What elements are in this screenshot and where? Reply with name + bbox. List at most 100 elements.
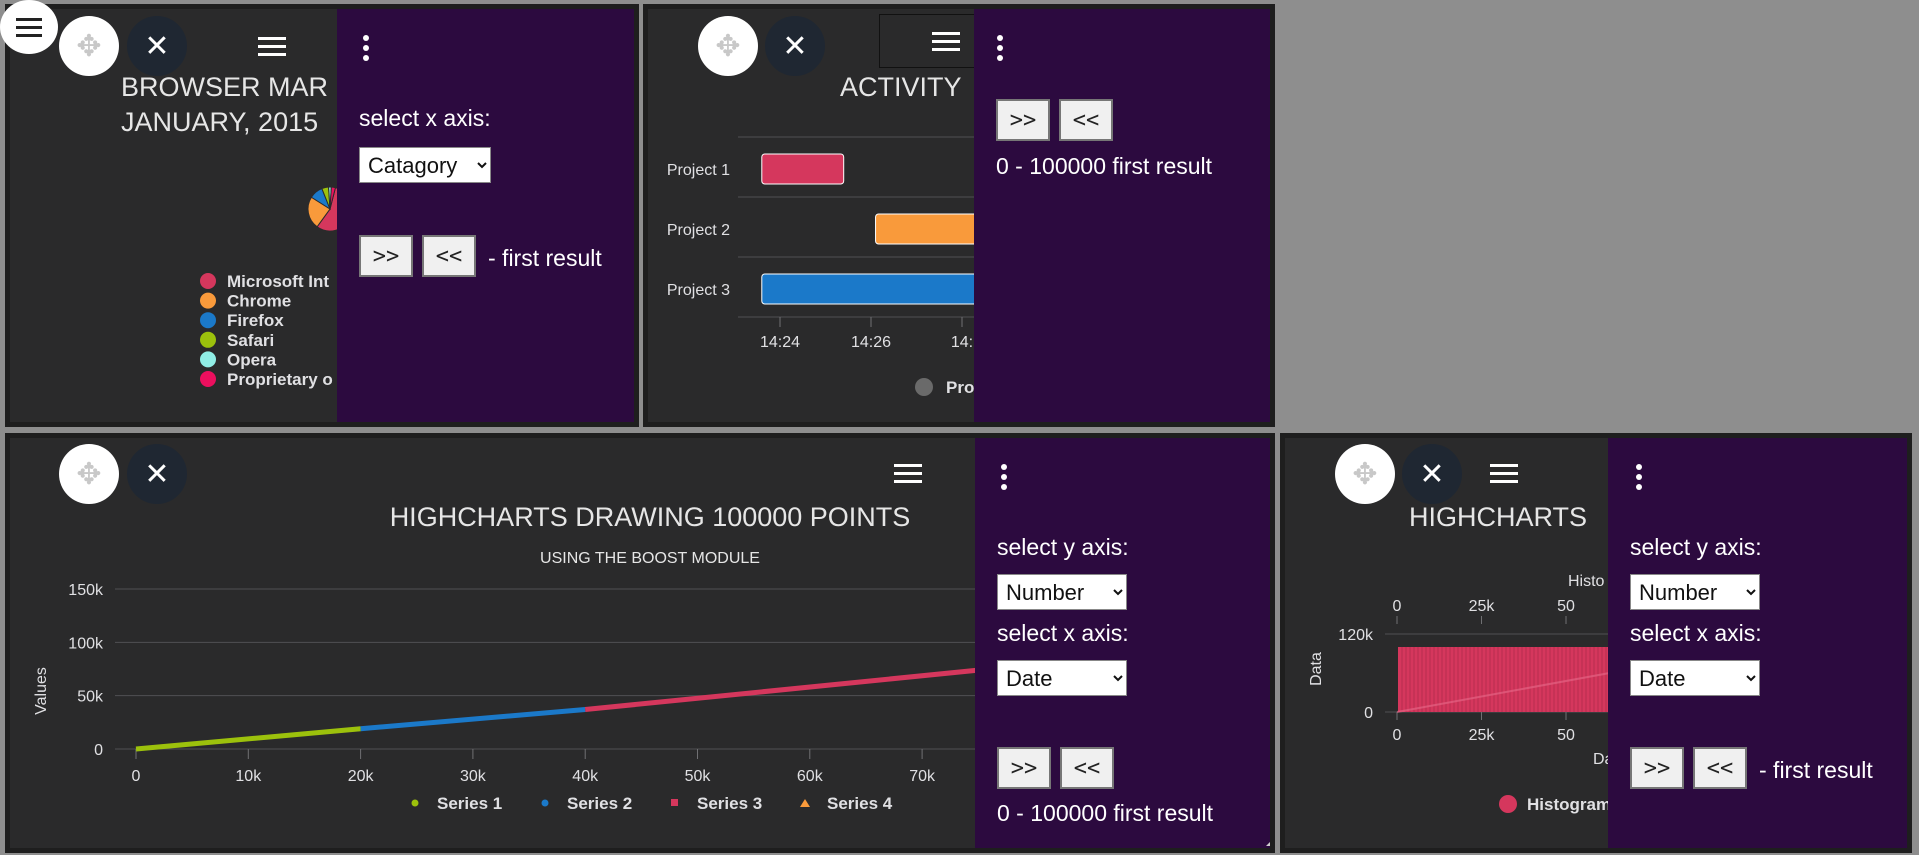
boost-side-panel: select y axis: Number select x axis: Dat… bbox=[975, 438, 1270, 848]
y-tick-label: 120k bbox=[1338, 627, 1374, 644]
gantt-bar bbox=[761, 273, 981, 305]
select-x-label: select x axis: bbox=[997, 620, 1129, 646]
y-tick-label: 100k bbox=[68, 635, 104, 652]
chart-menu-icon[interactable] bbox=[252, 31, 292, 61]
y-tick-label: 0 bbox=[1364, 705, 1373, 722]
legend-marker bbox=[200, 351, 216, 368]
legend-label: Opera bbox=[227, 350, 277, 369]
category-label: Project 1 bbox=[667, 162, 730, 179]
chart-title: HIGHCHARTS DRAWING 100000 POINTS bbox=[390, 502, 911, 532]
browser-share-panel: ✥ ✕ BROWSER MAR JANUARY, 2015 Microsoft … bbox=[5, 4, 639, 427]
prev-button[interactable]: << bbox=[1059, 99, 1113, 141]
top-tick-label: 50 bbox=[1557, 598, 1575, 615]
select-y-label: select y axis: bbox=[997, 534, 1129, 560]
global-menu-button[interactable] bbox=[0, 0, 58, 54]
chart-menu-icon[interactable] bbox=[888, 458, 928, 488]
legend-label: Series 1 bbox=[437, 794, 502, 813]
x-tick-label: 60k bbox=[797, 768, 824, 785]
legend-marker bbox=[200, 371, 216, 387]
category-label: Project 2 bbox=[667, 222, 730, 239]
select-x-axis[interactable]: Date bbox=[997, 660, 1127, 696]
x-tick-label: 14: bbox=[951, 334, 973, 351]
select-x-axis[interactable]: Catagory bbox=[359, 147, 491, 183]
next-button[interactable]: >> bbox=[997, 747, 1051, 789]
close-icon[interactable]: ✕ bbox=[765, 16, 825, 76]
close-icon[interactable]: ✕ bbox=[127, 444, 187, 504]
x-tick-label: 0 bbox=[1393, 727, 1402, 744]
chart-title-line1: BROWSER MAR bbox=[121, 72, 328, 102]
legend-label: Safari bbox=[227, 331, 274, 350]
result-text: - first result bbox=[1759, 757, 1873, 783]
chart-title: ACTIVITY bbox=[840, 72, 962, 102]
y-axis-title: Data bbox=[1308, 652, 1325, 686]
select-x-axis[interactable]: Date bbox=[1630, 660, 1760, 696]
x-tick-label: 40k bbox=[572, 768, 599, 785]
x-tick-label: 70k bbox=[909, 768, 936, 785]
kebab-menu-icon[interactable] bbox=[1634, 464, 1644, 490]
prev-button[interactable]: << bbox=[1693, 747, 1747, 789]
x-tick-label: 14:26 bbox=[851, 334, 891, 351]
next-button[interactable]: >> bbox=[359, 235, 413, 277]
histogram-side-panel: select y axis: Number select x axis: Dat… bbox=[1608, 438, 1907, 848]
series-line bbox=[584, 666, 990, 713]
legend-label: Series 2 bbox=[567, 794, 632, 813]
result-text: 0 - 100000 first result bbox=[996, 153, 1213, 179]
prev-button[interactable]: << bbox=[422, 235, 476, 277]
chart-title-line2: JANUARY, 2015 bbox=[121, 107, 318, 137]
result-text: 0 - 100000 first result bbox=[997, 800, 1214, 826]
gantt-bar bbox=[761, 153, 845, 185]
kebab-menu-icon[interactable] bbox=[999, 464, 1009, 490]
legend-marker bbox=[800, 799, 810, 807]
gantt-bar bbox=[875, 213, 981, 245]
kebab-menu-icon[interactable] bbox=[361, 35, 371, 61]
legend-marker[interactable] bbox=[1499, 795, 1517, 813]
x-tick-label: 0 bbox=[132, 768, 141, 785]
select-y-axis[interactable]: Number bbox=[1630, 574, 1760, 610]
next-button[interactable]: >> bbox=[996, 99, 1050, 141]
close-icon[interactable]: ✕ bbox=[127, 16, 187, 76]
top-tick-label: 25k bbox=[1469, 598, 1496, 615]
category-label: Project 3 bbox=[667, 282, 730, 299]
select-y-axis[interactable]: Number bbox=[997, 574, 1127, 610]
move-icon[interactable]: ✥ bbox=[698, 16, 758, 76]
legend-label: Firefox bbox=[227, 311, 284, 330]
legend-label: Microsoft Int bbox=[227, 272, 329, 291]
close-icon[interactable]: ✕ bbox=[1402, 444, 1462, 504]
legend-marker bbox=[200, 292, 216, 309]
legend-marker bbox=[671, 799, 678, 806]
legend-label[interactable]: Pro bbox=[946, 378, 974, 397]
legend-marker[interactable] bbox=[915, 378, 933, 396]
chart-subtitle: USING THE BOOST MODULE bbox=[540, 550, 760, 567]
legend-marker bbox=[200, 273, 216, 289]
legend-marker bbox=[411, 799, 419, 807]
move-icon[interactable]: ✥ bbox=[59, 16, 119, 76]
x-tick-label: 20k bbox=[348, 768, 375, 785]
y-tick-label: 0 bbox=[94, 742, 103, 759]
legend-label: Proprietary o bbox=[227, 370, 333, 389]
legend-label: Series 3 bbox=[697, 794, 762, 813]
next-button[interactable]: >> bbox=[1630, 747, 1684, 789]
result-text: - first result bbox=[488, 245, 602, 271]
prev-button[interactable]: << bbox=[1060, 747, 1114, 789]
hamburger-icon bbox=[16, 17, 42, 21]
legend-marker bbox=[541, 799, 549, 807]
activity-panel: ✥ ✕ ACTIVITY Project 1 Project 2 Project 3… bbox=[643, 4, 1275, 427]
move-icon[interactable]: ✥ bbox=[1335, 444, 1395, 504]
kebab-menu-icon[interactable] bbox=[995, 35, 1005, 61]
y-axis-title: Values bbox=[33, 667, 50, 715]
legend-label: Chrome bbox=[227, 292, 291, 311]
select-y-label: select y axis: bbox=[1630, 534, 1762, 560]
chart-menu-icon[interactable] bbox=[1484, 458, 1524, 488]
histogram-panel: ✥ ✕ HIGHCHARTS Histo Data Da 0 120k 0 0 25k 2… bbox=[1280, 433, 1912, 853]
histogram-bars bbox=[1398, 647, 1616, 712]
legend-label: Series 4 bbox=[827, 794, 893, 813]
activity-side-panel: >> << 0 - 100000 first result bbox=[974, 9, 1270, 422]
select-x-label: select x axis: bbox=[1630, 620, 1762, 646]
x-tick-label: 50k bbox=[685, 768, 712, 785]
y-tick-label: 50k bbox=[77, 689, 104, 706]
select-x-label: select x axis: bbox=[359, 105, 491, 131]
legend-label[interactable]: Histogram bbox=[1527, 795, 1611, 814]
y-tick-label: 150k bbox=[68, 582, 104, 599]
resize-handle-icon[interactable] bbox=[1266, 834, 1270, 846]
move-icon[interactable]: ✥ bbox=[59, 444, 119, 504]
